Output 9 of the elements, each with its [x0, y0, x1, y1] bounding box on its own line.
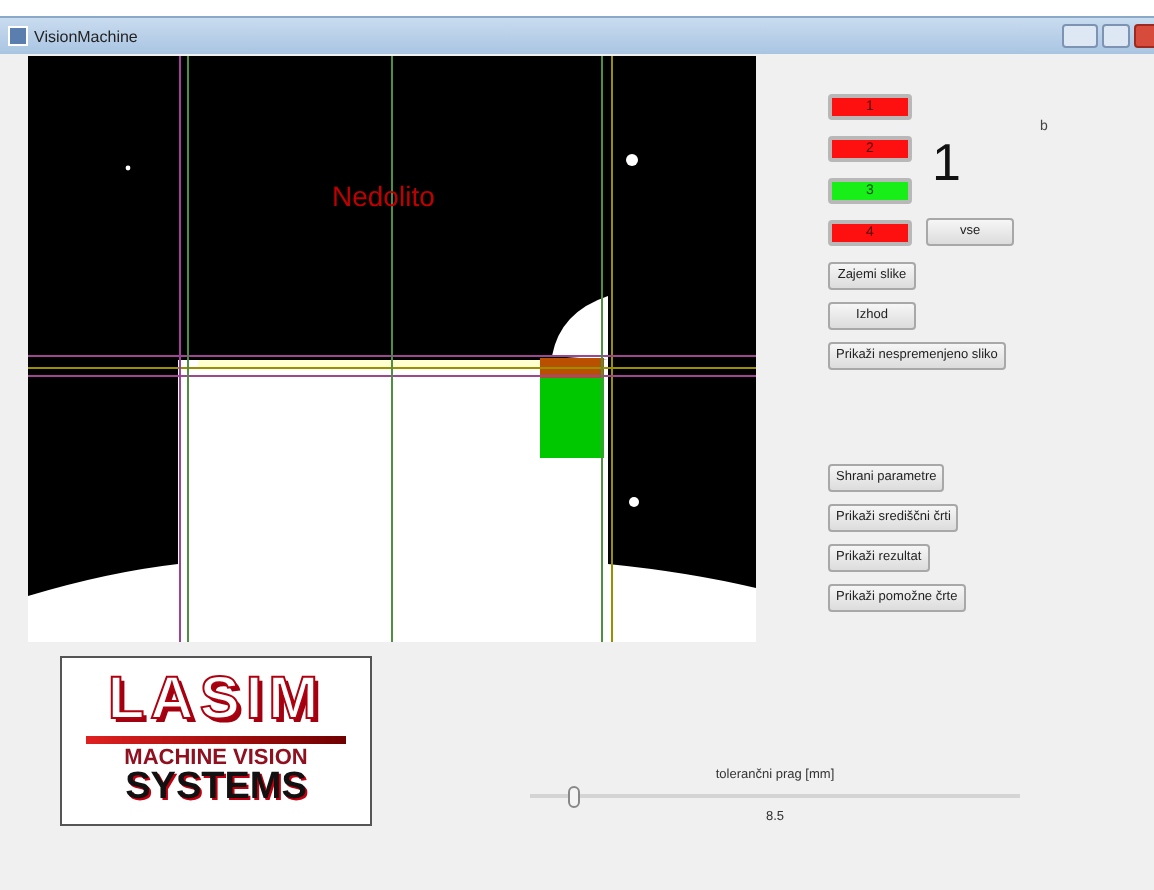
logo-tagline: SYSTEMS — [125, 770, 307, 806]
slider-thumb[interactable] — [568, 786, 581, 808]
count-label: 1 — [930, 132, 963, 194]
logo-name: LASIM — [107, 670, 325, 730]
app-icon — [8, 26, 28, 46]
maximize-button[interactable] — [1102, 24, 1130, 48]
logo-tagline: MACHINE VISION — [124, 748, 308, 770]
minimize-button[interactable] — [1062, 24, 1098, 48]
window-title: VisionMachine — [34, 27, 138, 45]
